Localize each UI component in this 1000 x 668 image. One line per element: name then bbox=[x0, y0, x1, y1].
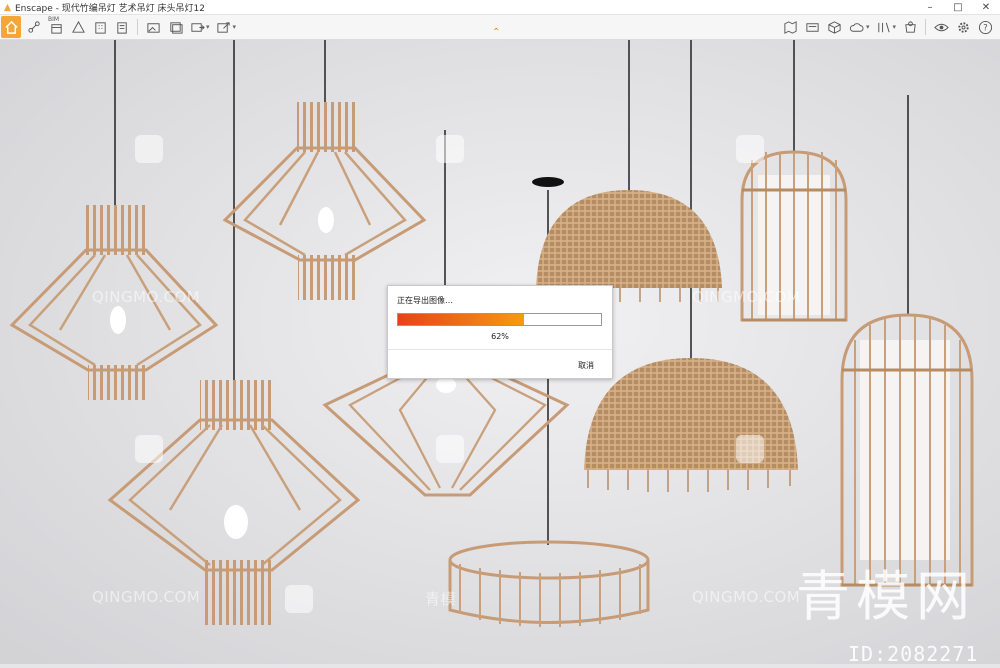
upload-button[interactable] bbox=[215, 18, 233, 36]
watermark-logo-icon bbox=[736, 135, 764, 163]
watermark-logo-icon bbox=[285, 585, 313, 613]
map-icon bbox=[784, 20, 798, 34]
cloud-button[interactable] bbox=[848, 18, 866, 36]
export-button[interactable] bbox=[188, 18, 206, 36]
help-button[interactable]: ? bbox=[976, 18, 994, 36]
svg-text:?: ? bbox=[983, 22, 987, 32]
upload-dropdown-chevron-icon[interactable]: ▾ bbox=[233, 23, 237, 31]
close-button[interactable]: ✕ bbox=[972, 2, 1000, 13]
export-progress-bar bbox=[397, 313, 602, 326]
building-button[interactable] bbox=[91, 18, 109, 36]
export-progress-dialog: 正在导出图像… 62% 取消 bbox=[387, 285, 613, 379]
export-dropdown-chevron-icon[interactable]: ▾ bbox=[206, 23, 210, 31]
watermark-logo-icon bbox=[436, 135, 464, 163]
building-icon bbox=[94, 21, 106, 34]
cloud-dropdown-chevron-icon[interactable]: ▾ bbox=[866, 23, 870, 31]
dialog-title: 正在导出图像… bbox=[397, 296, 453, 305]
capture-button[interactable] bbox=[901, 18, 919, 36]
visual-settings-button[interactable] bbox=[932, 18, 950, 36]
panorama-icon bbox=[146, 22, 160, 33]
batch-render-icon bbox=[169, 21, 183, 34]
book-icon bbox=[116, 21, 127, 34]
capture-icon bbox=[904, 20, 916, 33]
maximize-button[interactable]: □ bbox=[944, 2, 972, 13]
window-title: Enscape - 现代竹编吊灯 艺术吊灯 床头吊灯12 bbox=[15, 3, 205, 14]
asset-library-button[interactable] bbox=[69, 18, 87, 36]
map-button[interactable] bbox=[782, 18, 800, 36]
watermark-site-cn: 青模 bbox=[425, 590, 457, 608]
watermark-logo-icon bbox=[736, 435, 764, 463]
title-bar: Enscape - 现代竹编吊灯 艺术吊灯 床头吊灯12 – □ ✕ bbox=[0, 0, 1000, 15]
watermark-site: QINGMO.COM bbox=[692, 588, 801, 606]
toolbar-separator bbox=[137, 19, 138, 35]
book-button[interactable] bbox=[113, 18, 131, 36]
watermark-logo-icon bbox=[436, 435, 464, 463]
watermark-brand: 青模网 bbox=[796, 565, 976, 628]
cube-icon bbox=[828, 20, 842, 34]
toolbar-collapse-chevron-up-icon[interactable]: ⌃ bbox=[492, 27, 500, 38]
watermark-logo-icon bbox=[135, 435, 163, 463]
views-dropdown-chevron-icon[interactable]: ▾ bbox=[892, 23, 896, 31]
cloud-icon bbox=[850, 22, 864, 32]
settings-nodes-button[interactable] bbox=[25, 18, 43, 36]
panorama-button[interactable] bbox=[144, 18, 162, 36]
upload-icon bbox=[217, 21, 230, 33]
bim-label: BIM bbox=[48, 16, 60, 23]
eye-icon bbox=[933, 23, 949, 31]
watermark-site: QINGMO.COM bbox=[92, 588, 201, 606]
gear-icon bbox=[957, 21, 969, 33]
help-icon: ? bbox=[978, 20, 992, 34]
batch-render-button[interactable] bbox=[166, 18, 184, 36]
enscape-logo-icon bbox=[3, 3, 12, 11]
home-icon bbox=[4, 20, 18, 34]
watermark-site: QINGMO.COM bbox=[92, 288, 201, 306]
video-icon bbox=[806, 22, 820, 32]
minimize-button[interactable]: – bbox=[916, 2, 944, 13]
cube-button[interactable] bbox=[826, 18, 844, 36]
progress-fill bbox=[398, 314, 524, 325]
views-button[interactable] bbox=[874, 18, 892, 36]
home-button[interactable] bbox=[1, 16, 21, 38]
settings-nodes-icon bbox=[27, 20, 40, 33]
cancel-button[interactable]: 取消 bbox=[578, 360, 594, 371]
toolbar-separator-right bbox=[925, 19, 926, 35]
dialog-divider bbox=[388, 349, 612, 350]
watermark-site: QINGMO.COM bbox=[692, 288, 801, 306]
settings-button[interactable] bbox=[954, 18, 972, 36]
asset-library-icon bbox=[71, 20, 85, 33]
watermark-logo-icon bbox=[135, 135, 163, 163]
watermark-id: ID:2082271 bbox=[848, 642, 979, 666]
video-button[interactable] bbox=[804, 18, 822, 36]
export-icon bbox=[190, 22, 205, 32]
progress-percentage: 62% bbox=[491, 332, 509, 341]
views-icon bbox=[878, 22, 890, 32]
